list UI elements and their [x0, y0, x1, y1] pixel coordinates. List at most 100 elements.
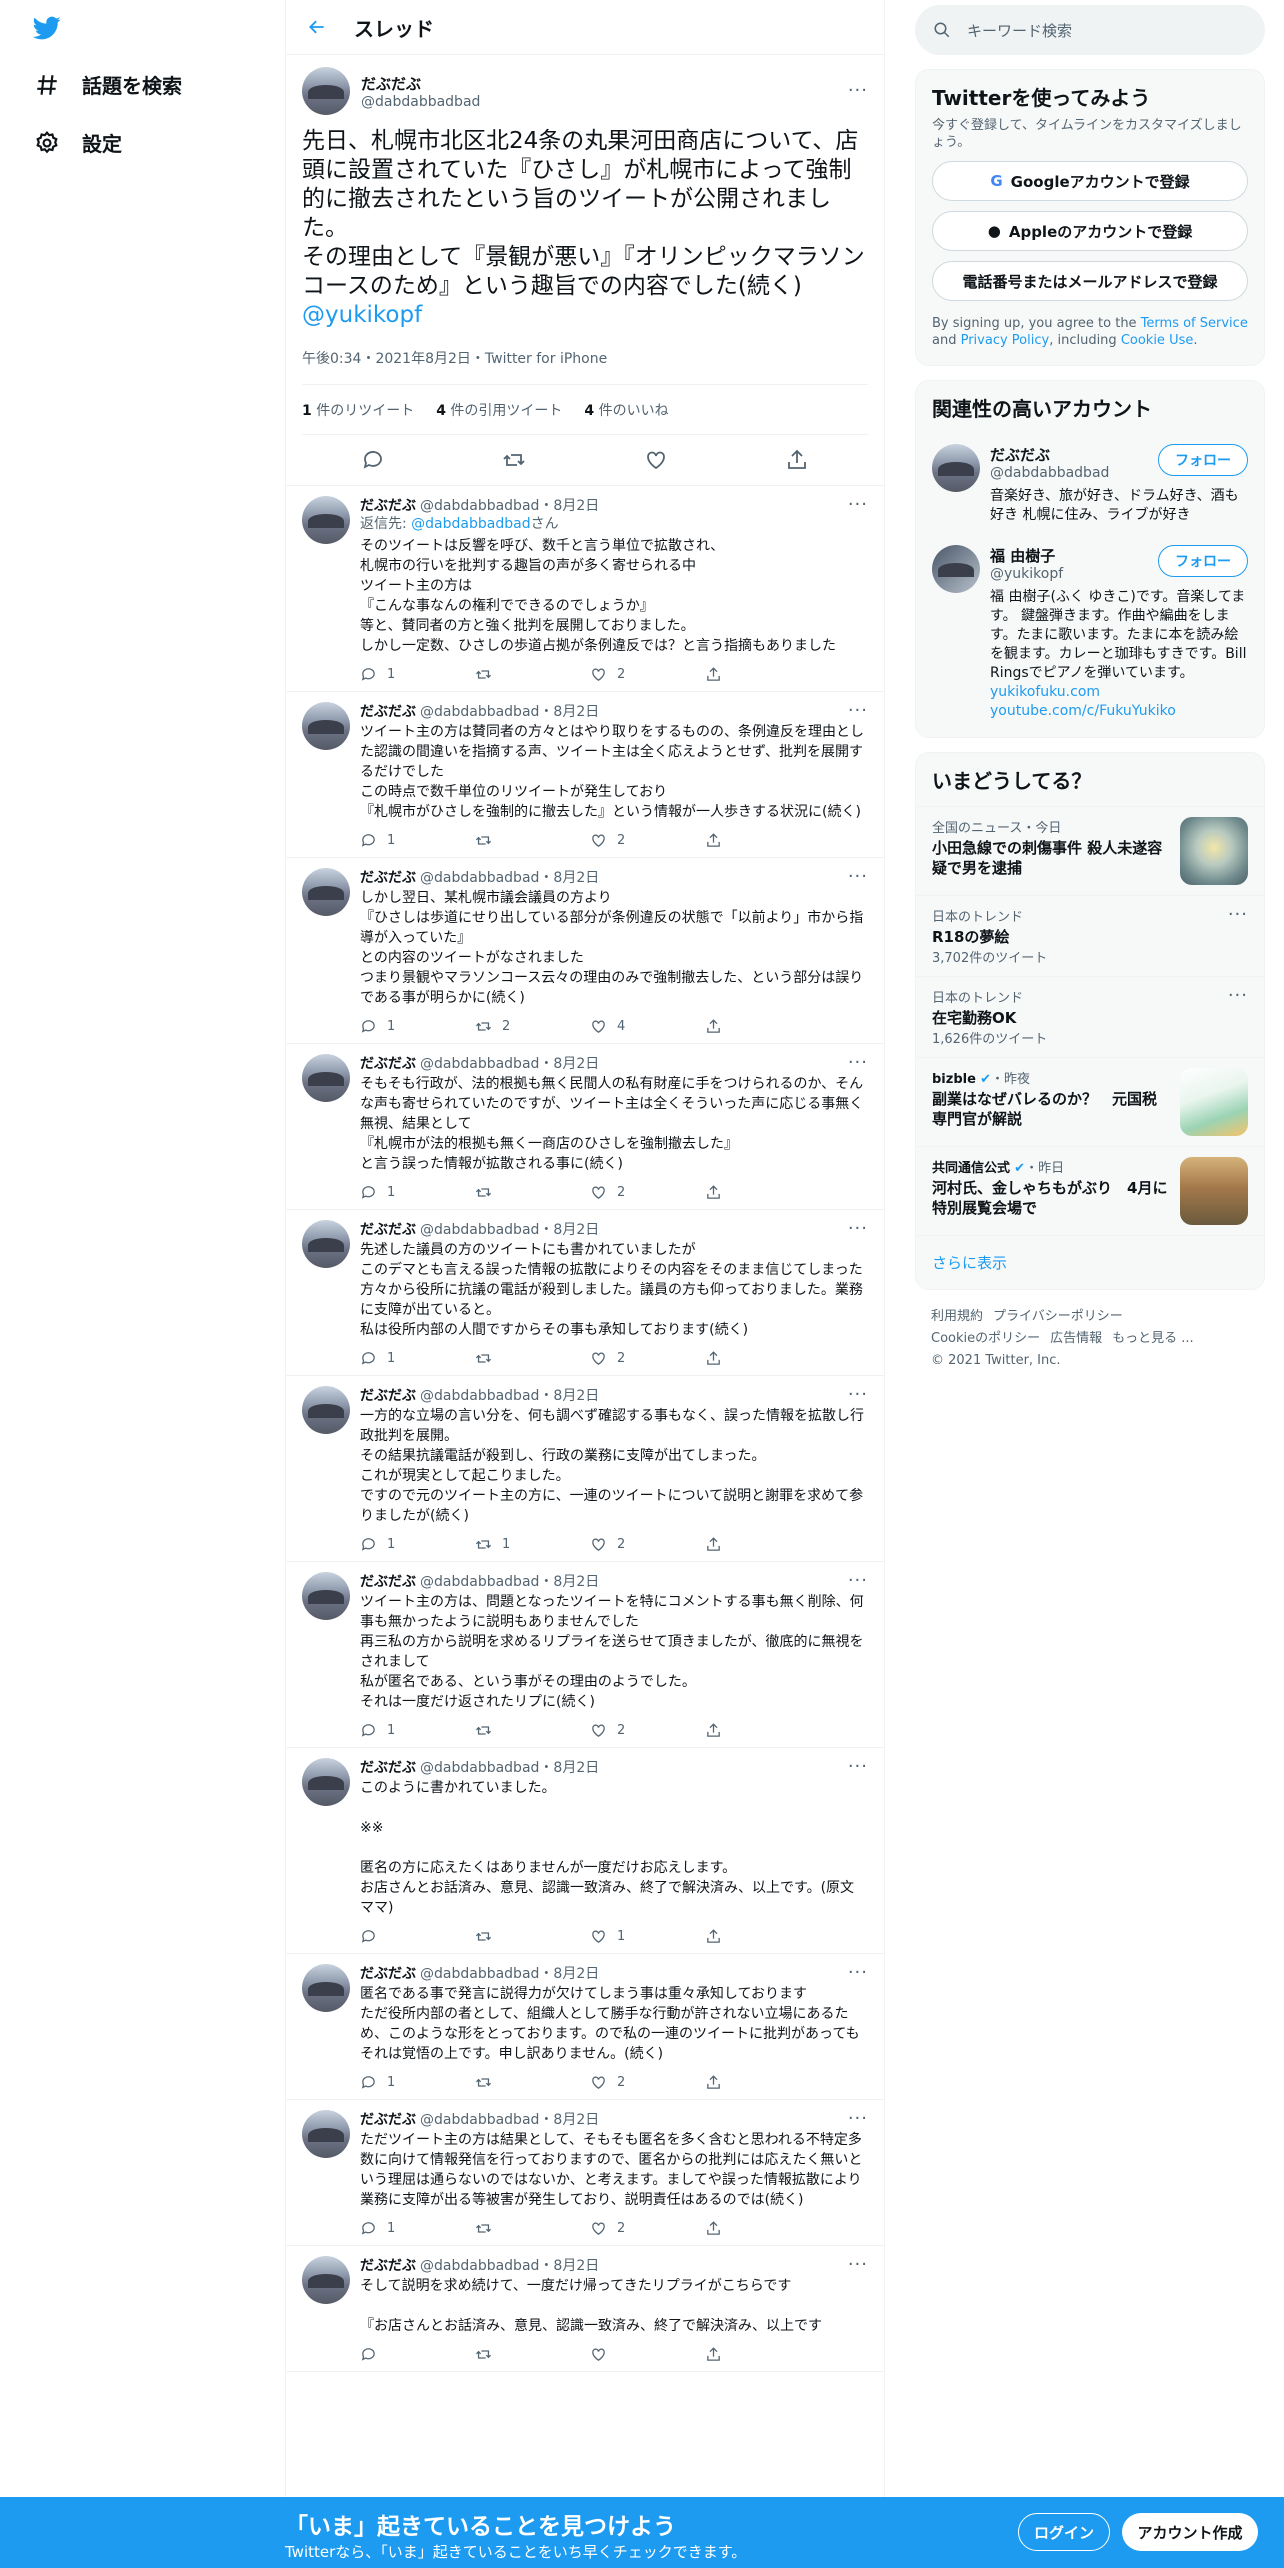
retweet-button[interactable] [475, 1722, 555, 1739]
share-button[interactable] [705, 1536, 785, 1553]
footer-link[interactable]: もっと見る ... [1112, 1331, 1194, 1346]
author-handle[interactable]: @dabdabbadbad・8月2日 [420, 1053, 848, 1073]
reply-icon[interactable] [361, 448, 385, 472]
more-icon[interactable]: ··· [848, 1220, 868, 1238]
more-icon[interactable]: ··· [848, 2110, 868, 2128]
author-name[interactable]: だぶだぶ [360, 1757, 416, 1777]
like-button[interactable]: 2 [590, 2074, 670, 2091]
retweet-button[interactable]: 1 [475, 1536, 555, 1553]
reply-tweet[interactable]: だぶだぶ @dabdabbadbad・8月2日 ··· このように書かれていまし… [286, 1748, 884, 1954]
reply-tweet[interactable]: だぶだぶ @dabdabbadbad・8月2日 ··· 一方的な立場の言い分を、… [286, 1376, 884, 1562]
avatar[interactable] [302, 2110, 350, 2158]
more-icon[interactable]: ··· [848, 1572, 868, 1590]
like-button[interactable] [590, 2346, 670, 2363]
more-icon[interactable]: ··· [848, 1964, 868, 1982]
like-button[interactable]: 2 [590, 1350, 670, 1367]
author-name[interactable]: だぶだぶ [360, 2109, 416, 2129]
author-handle[interactable]: @dabdabbadbad・8月2日 [420, 1385, 848, 1405]
trend-item[interactable]: 日本のトレンド 在宅勤務OK 1,626件のツイート ··· [916, 976, 1264, 1057]
trend-item[interactable]: 日本のトレンド R18の夢絵 3,702件のツイート ··· [916, 895, 1264, 976]
account-item[interactable]: だぶだぶ @dabdabbadbad フォロー 音楽好き、旅が好き、ドラム好き、… [916, 434, 1264, 535]
reply-tweet[interactable]: だぶだぶ @dabdabbadbad・8月2日 ··· ツイート主の方は賛同者の… [286, 692, 884, 858]
nav-settings[interactable]: 設定 [34, 128, 122, 157]
author-handle[interactable]: @dabdabbadbad・8月2日 [420, 2109, 848, 2129]
more-icon[interactable]: ··· [1228, 906, 1248, 966]
like-button[interactable]: 2 [590, 2220, 670, 2237]
follow-button[interactable]: フォロー [1158, 444, 1248, 476]
retweet-button[interactable]: 2 [475, 1018, 555, 1035]
reply-button[interactable]: 1 [360, 832, 440, 849]
share-button[interactable] [705, 1928, 785, 1945]
share-button[interactable] [705, 1350, 785, 1367]
author-name[interactable]: だぶだぶ [360, 1963, 416, 1983]
more-icon[interactable]: ··· [848, 702, 868, 720]
author-name[interactable]: だぶだぶ [360, 1053, 416, 1073]
share-button[interactable] [705, 832, 785, 849]
privacy-link[interactable]: Privacy Policy [961, 333, 1050, 348]
reply-tweet[interactable]: だぶだぶ @dabdabbadbad・8月2日 ··· ツイート主の方は、問題と… [286, 1562, 884, 1748]
show-more-link[interactable]: さらに表示 [916, 1235, 1264, 1289]
avatar[interactable] [932, 545, 980, 593]
avatar[interactable] [302, 702, 350, 750]
retweet-button[interactable] [475, 666, 555, 683]
more-icon[interactable]: ··· [848, 82, 868, 100]
like-count[interactable]: 4 件のいいね [584, 400, 668, 420]
avatar[interactable] [302, 496, 350, 544]
author-handle[interactable]: @dabdabbadbad [361, 94, 848, 110]
reply-to-link[interactable]: @dabdabbadbad [411, 516, 530, 532]
footer-link[interactable]: プライバシーポリシー [993, 1309, 1123, 1324]
avatar[interactable] [302, 868, 350, 916]
share-icon[interactable] [785, 448, 809, 472]
avatar[interactable] [302, 1758, 350, 1806]
avatar[interactable] [302, 67, 350, 115]
author-handle[interactable]: @dabdabbadbad・8月2日 [420, 867, 848, 887]
author-name[interactable]: だぶだぶ [360, 1385, 416, 1405]
reply-button[interactable]: 1 [360, 666, 440, 683]
avatar[interactable] [302, 2256, 350, 2304]
google-signup-button[interactable]: G Googleアカウントで登録 [932, 161, 1248, 201]
retweet-button[interactable] [475, 1184, 555, 1201]
trend-item[interactable]: 全国のニュース・今日 小田急線での刺傷事件 殺人未遂容疑で男を逮捕 [916, 806, 1264, 895]
share-button[interactable] [705, 2220, 785, 2237]
search-input[interactable]: キーワード検索 [967, 20, 1072, 41]
cookie-link[interactable]: Cookie Use [1121, 333, 1194, 348]
bio-link[interactable]: yukikofuku.com [990, 684, 1100, 700]
reply-tweet[interactable]: だぶだぶ @dabdabbadbad・8月2日 ··· そして説明を求め続けて、… [286, 2246, 884, 2372]
reply-tweet[interactable]: だぶだぶ @dabdabbadbad・8月2日 ··· そもそも行政が、法的根拠… [286, 1044, 884, 1210]
nav-explore[interactable]: 話題を検索 [34, 70, 182, 99]
account-name[interactable]: だぶだぶ [990, 444, 1158, 465]
footer-link[interactable]: Cookieのポリシー [931, 1331, 1040, 1346]
share-button[interactable] [705, 2346, 785, 2363]
search-box[interactable]: キーワード検索 [915, 5, 1265, 55]
retweet-button[interactable] [475, 2220, 555, 2237]
retweet-count[interactable]: 1 件のリツイート [302, 400, 414, 420]
reply-button[interactable]: 1 [360, 2220, 440, 2237]
author-name[interactable]: だぶだぶ [360, 495, 416, 515]
reply-tweet[interactable]: だぶだぶ @dabdabbadbad・8月2日 ··· ただツイート主の方は結果… [286, 2100, 884, 2246]
reply-tweet[interactable]: だぶだぶ @dabdabbadbad・8月2日 ··· 匿名である事で発言に説得… [286, 1954, 884, 2100]
signup-button[interactable]: アカウント作成 [1122, 2513, 1258, 2551]
footer-link[interactable]: 利用規約 [931, 1309, 983, 1324]
author-handle[interactable]: @dabdabbadbad・8月2日 [420, 1219, 848, 1239]
follow-button[interactable]: フォロー [1158, 545, 1248, 577]
reply-button[interactable] [360, 1928, 440, 1945]
reply-button[interactable]: 1 [360, 1018, 440, 1035]
like-button[interactable]: 2 [590, 832, 670, 849]
more-icon[interactable]: ··· [848, 496, 868, 514]
tweet-meta[interactable]: 午後0:34・2021年8月2日・Twitter for iPhone [302, 348, 868, 385]
retweet-button[interactable] [475, 2074, 555, 2091]
share-button[interactable] [705, 1722, 785, 1739]
share-button[interactable] [705, 666, 785, 683]
reply-button[interactable]: 1 [360, 1722, 440, 1739]
tos-link[interactable]: Terms of Service [1141, 316, 1248, 331]
author-handle[interactable]: @dabdabbadbad・8月2日 [420, 1963, 848, 1983]
author-name[interactable]: だぶだぶ [360, 867, 416, 887]
more-icon[interactable]: ··· [848, 868, 868, 886]
reply-tweet[interactable]: だぶだぶ @dabdabbadbad・8月2日 ··· 返信先: @dabdab… [286, 486, 884, 692]
avatar[interactable] [302, 1220, 350, 1268]
avatar[interactable] [302, 1964, 350, 2012]
account-item[interactable]: 福 由樹子 @yukikopf フォロー 福 由樹子(ふく ゆきこ)です。音楽し… [916, 535, 1264, 737]
share-button[interactable] [705, 1184, 785, 1201]
retweet-button[interactable] [475, 2346, 555, 2363]
author-name[interactable]: だぶだぶ [360, 2255, 416, 2275]
